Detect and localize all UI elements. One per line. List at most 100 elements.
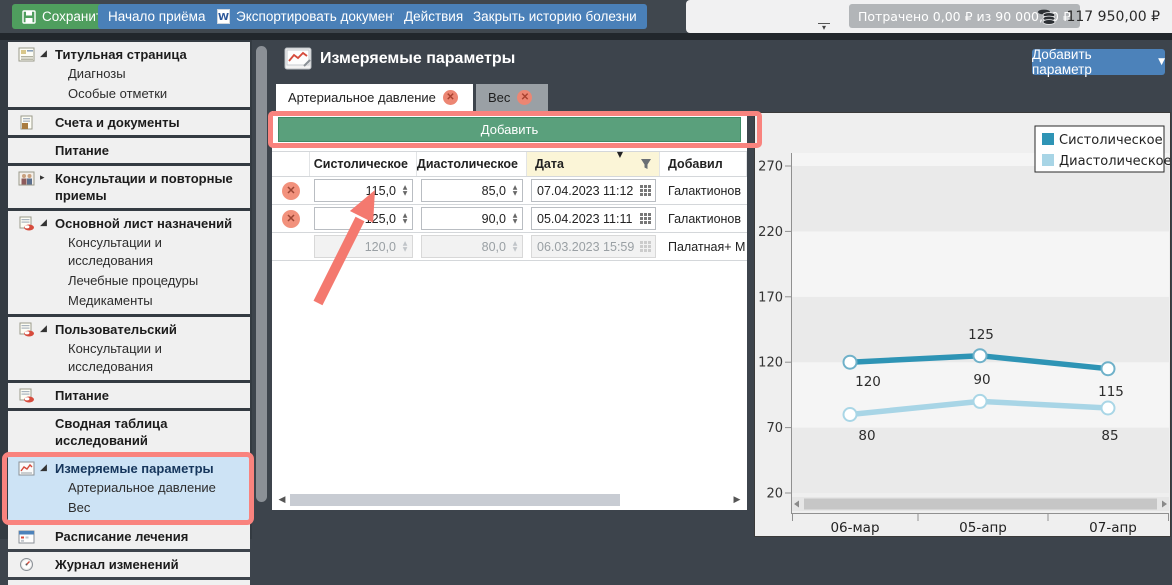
sidebar-item-medicaments[interactable]: Медикаменты	[8, 291, 250, 311]
table-row: ✕ ▲▼ ▲▼ Галактионов	[272, 177, 747, 205]
data-point[interactable]	[974, 395, 987, 408]
pills-icon	[18, 322, 35, 337]
sidebar-block-nutrition-2: Питание	[8, 383, 250, 408]
filter-icon[interactable]	[640, 158, 652, 170]
balance-amount: 117 950,00 ₽	[1066, 9, 1160, 25]
date-picker-icon[interactable]	[639, 184, 652, 197]
sidebar-item-consult-research[interactable]: Консультации и исследования	[8, 233, 250, 271]
point-label: 90	[973, 372, 990, 388]
sidebar-item-procedures[interactable]: Лечебные процедуры	[8, 271, 250, 291]
spinner-control[interactable]: ▲▼	[398, 185, 412, 197]
sidebar-block-main-prescriptions: ◢ Основной лист назначений Консультации …	[8, 211, 250, 314]
sidebar-item-diagnoses[interactable]: Диагнозы	[8, 64, 250, 84]
x-tick: 07-апр	[1089, 520, 1137, 536]
scrollbar-thumb[interactable]	[290, 494, 620, 506]
data-point[interactable]	[1102, 402, 1115, 415]
sidebar-block-treatment-schedule: Расписание лечения	[8, 524, 250, 549]
table-row: ✕ ▲▼ ▲▼ Галактионов	[272, 205, 747, 233]
author-cell: Палатная+ М	[660, 233, 747, 260]
sidebar-item-title-page[interactable]: ◢ Титульная страница	[8, 44, 250, 64]
sidebar-item-nutrition-1[interactable]: Питание	[8, 140, 250, 160]
sidebar-item-change-log[interactable]: Журнал изменений	[8, 554, 250, 574]
header-systolic[interactable]: Систолическое	[310, 152, 417, 176]
close-tab-icon[interactable]: ✕	[517, 90, 532, 105]
expander-expanded-icon[interactable]: ◢	[40, 46, 50, 63]
toolbar-right-panel: ▾ Потрачено 0,00 ₽ из 90 000,00 ₽ 117 95…	[686, 0, 1172, 33]
systolic-input	[315, 240, 398, 254]
close-history-button[interactable]: Закрыть историю болезни	[463, 4, 647, 29]
spinner-control[interactable]: ▲▼	[508, 213, 522, 225]
diastolic-input[interactable]	[422, 184, 508, 198]
date-input[interactable]	[532, 212, 639, 226]
sidebar-block-title-page: ◢ Титульная страница Диагнозы Особые отм…	[8, 42, 250, 107]
sidebar-item-invoices[interactable]: Счета и документы	[8, 112, 250, 132]
blood-pressure-chart: 270 220 170 120 70 20 120 125 115 80 90	[754, 112, 1171, 537]
x-tick: 05-апр	[959, 520, 1007, 536]
date-input[interactable]	[532, 184, 639, 198]
chart-horizontal-scrollbar[interactable]	[792, 497, 1169, 511]
sidebar-block-custom: ◢ Пользовательский Консультации и исслед…	[8, 317, 250, 380]
expander-expanded-icon[interactable]: ◢	[40, 321, 50, 338]
author-cell: Галактионов	[660, 205, 747, 232]
spinner-control[interactable]: ▲▼	[398, 213, 412, 225]
close-tab-icon[interactable]: ✕	[443, 90, 458, 105]
sidebar-item-label: Титульная страница	[55, 46, 187, 63]
sidebar-block-invoices: Счета и документы	[8, 110, 250, 135]
systolic-input[interactable]	[315, 212, 398, 226]
expander-expanded-icon[interactable]: ◢	[40, 460, 50, 477]
table-horizontal-scrollbar[interactable]: ◀ ▶	[276, 493, 743, 507]
add-parameter-label: Добавить параметр	[1032, 47, 1148, 77]
sidebar-item-label: Журнал изменений	[55, 556, 179, 573]
content-vertical-scrollbar[interactable]	[256, 44, 267, 510]
sidebar-item-custom[interactable]: ◢ Пользовательский	[8, 319, 250, 339]
delete-row-icon[interactable]: ✕	[282, 182, 300, 200]
sidebar-item-summary-table[interactable]: Сводная таблица исследований	[8, 413, 250, 450]
sidebar-item-label: Измеряемые параметры	[55, 460, 214, 477]
tab-label: Артериальное давление	[288, 90, 436, 105]
expander-expanded-icon[interactable]: ◢	[40, 215, 50, 232]
diastolic-input[interactable]	[422, 212, 508, 226]
sidebar-item-measured-params[interactable]: ◢ Измеряемые параметры	[8, 458, 250, 478]
scroll-left-icon[interactable]: ◀	[276, 495, 288, 505]
start-reception-label: Начало приёма	[108, 9, 205, 24]
scrollbar-thumb[interactable]	[804, 499, 1157, 510]
y-tick: 20	[766, 487, 783, 502]
actions-label: Действия	[404, 9, 463, 24]
toolbar-overflow-icon[interactable]: ▾	[818, 23, 830, 32]
legend-swatch-diastolic	[1042, 154, 1054, 166]
add-measurement-button[interactable]: Добавить	[278, 117, 741, 142]
sidebar-item-treatment-schedule[interactable]: Расписание лечения	[8, 526, 250, 546]
header-author[interactable]: Добавил	[660, 152, 747, 176]
tab-blood-pressure[interactable]: Артериальное давление ✕	[276, 84, 473, 111]
sidebar-item-nutrition-2[interactable]: Питание	[8, 385, 250, 405]
header-diastolic[interactable]: Диастолическое	[417, 152, 527, 176]
sidebar-item-consultations[interactable]: ▸ Консультации и повторные приемы	[8, 168, 250, 205]
add-parameter-button[interactable]: Добавить параметр ▼	[1032, 49, 1165, 75]
point-label: 80	[858, 428, 875, 444]
tab-weight[interactable]: Вес ✕	[476, 84, 548, 111]
expander-collapsed-icon[interactable]: ▸	[40, 170, 50, 187]
scroll-right-icon[interactable]: ▶	[731, 495, 743, 505]
date-input	[532, 240, 639, 254]
sidebar-item-special-marks[interactable]: Особые отметки	[8, 84, 250, 104]
data-point[interactable]	[844, 356, 857, 369]
delete-row-icon[interactable]: ✕	[282, 210, 300, 228]
toolbar-divider	[0, 33, 1172, 40]
sidebar-item-consult-research-2[interactable]: Консультации и исследования	[8, 339, 250, 377]
sidebar-item-label: Сводная таблица исследований	[55, 415, 244, 449]
header-date[interactable]: Дата ▼	[527, 152, 660, 176]
data-point[interactable]	[974, 349, 987, 362]
sidebar-item-blood-pressure[interactable]: Артериальное давление	[8, 478, 250, 498]
sidebar-item-weight[interactable]: Вес	[8, 498, 250, 518]
sidebar-item-main-prescriptions[interactable]: ◢ Основной лист назначений	[8, 213, 250, 233]
systolic-input[interactable]	[315, 184, 398, 198]
sidebar-item-label: Питание	[55, 142, 109, 159]
scrollbar-thumb[interactable]	[256, 46, 267, 502]
data-point[interactable]	[844, 408, 857, 421]
invoice-icon	[18, 115, 35, 130]
spinner-control[interactable]: ▲▼	[508, 185, 522, 197]
data-point[interactable]	[1102, 362, 1115, 375]
date-picker-icon[interactable]	[639, 212, 652, 225]
title-page-icon	[18, 47, 35, 62]
sidebar-item-label: Основной лист назначений	[55, 215, 232, 232]
